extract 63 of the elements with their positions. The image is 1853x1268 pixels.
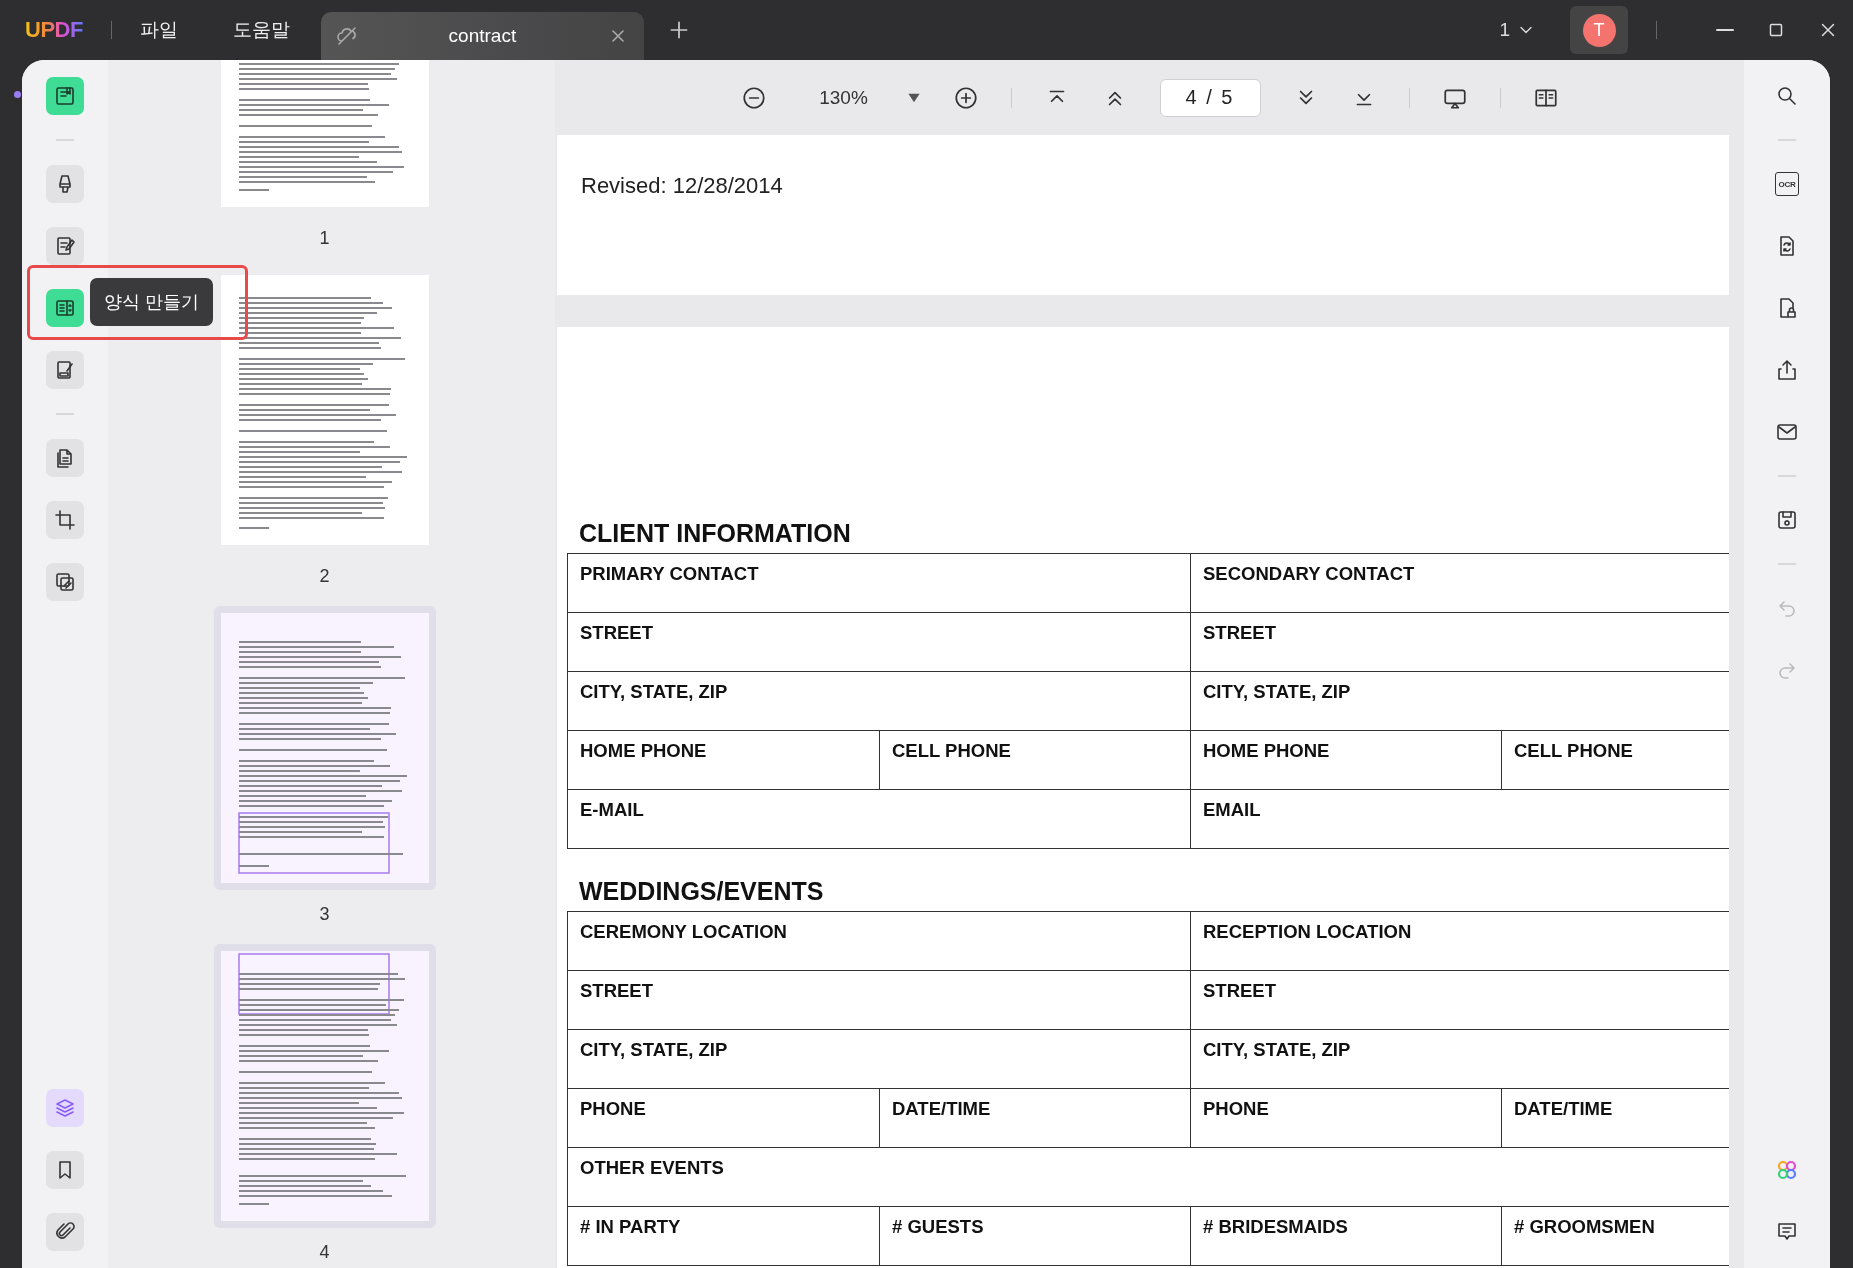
book-tool[interactable] [46, 77, 84, 115]
form-field[interactable]: RECEPTION LOCATION [1190, 911, 1729, 971]
crop-icon [53, 508, 77, 532]
section-heading: WEDDINGS/EVENTS [579, 877, 825, 906]
flower-icon [1775, 1158, 1799, 1182]
form-field[interactable]: PHONE [567, 1088, 880, 1148]
layers-tool[interactable] [46, 1089, 84, 1127]
layers-icon [53, 1096, 77, 1120]
form-field[interactable]: # GUESTS [879, 1206, 1191, 1266]
section-heading: CLIENT INFORMATION [579, 519, 852, 548]
plus-circle-icon [952, 84, 979, 111]
form-field[interactable]: PRIMARY CONTACT [567, 553, 1191, 613]
page-field[interactable]: 4 / 5 [1159, 78, 1261, 117]
form-field[interactable]: DATE/TIME [879, 1088, 1191, 1148]
window-count[interactable]: 1 [1499, 19, 1510, 41]
menu-item[interactable]: 파일 [139, 17, 178, 43]
overlay-tool[interactable] [46, 563, 84, 601]
overlay-icon [53, 570, 77, 594]
minimize-icon[interactable] [1715, 29, 1735, 31]
page-number: 4 [319, 1242, 330, 1263]
form-field[interactable]: SECONDARY CONTACT [1190, 553, 1729, 613]
form-field[interactable]: CITY, STATE, ZIP [567, 671, 1191, 731]
crop-tool[interactable] [46, 501, 84, 539]
minus-circle-icon [740, 84, 767, 111]
bookmark-tool[interactable] [46, 1151, 84, 1189]
ocr-icon: OCR [1775, 172, 1799, 196]
form-tool[interactable] [46, 289, 84, 327]
form-field[interactable]: # BRIDESMAIDS [1190, 1206, 1502, 1266]
zoom-out-button[interactable] [740, 84, 767, 111]
form-field[interactable]: STREET [567, 612, 1191, 672]
pages-tool[interactable] [46, 439, 84, 477]
book-icon [53, 84, 77, 108]
page-number: 3 [319, 904, 330, 925]
document-tab[interactable]: contract [320, 12, 644, 60]
save-icon [1775, 508, 1799, 532]
form-field[interactable]: PHONE [1190, 1088, 1502, 1148]
page-number: 1 [319, 228, 330, 249]
tab-title: contract [447, 25, 518, 47]
page-number: 2 [319, 566, 330, 587]
form-field[interactable]: CITY, STATE, ZIP [567, 1029, 1191, 1089]
cloud-off-icon [334, 24, 359, 48]
page-footer: Revised: 12/28/2014 [581, 173, 783, 198]
form-field[interactable]: # IN PARTY [567, 1206, 880, 1266]
form-field[interactable]: HOME PHONE [1190, 730, 1502, 790]
menu-item[interactable]: 도움말 [232, 17, 290, 43]
zoom-in-button[interactable] [952, 84, 979, 111]
search-icon [1775, 84, 1799, 108]
form-field[interactable]: E-MAIL [567, 789, 1191, 849]
share-icon [1775, 358, 1799, 382]
edit-document-tool[interactable] [46, 227, 84, 265]
sign-document-tool[interactable] [46, 351, 84, 389]
indicator-dot [14, 91, 21, 98]
form-field[interactable]: CELL PHONE [879, 730, 1191, 790]
page-thumbnail[interactable] [213, 944, 436, 1228]
tooltip: 양식 만들기 [90, 278, 213, 326]
form-field[interactable]: STREET [567, 970, 1191, 1030]
zoom-level[interactable]: 130% [798, 86, 889, 109]
highlighter-tool[interactable] [46, 165, 84, 203]
ocr-button[interactable]: OCR [1768, 165, 1806, 203]
form-field[interactable]: CEREMONY LOCATION [567, 911, 1191, 971]
paperclip-tool[interactable] [46, 1213, 84, 1251]
page-thumbnail[interactable] [213, 606, 436, 890]
form-field[interactable]: HOME PHONE [567, 730, 880, 790]
